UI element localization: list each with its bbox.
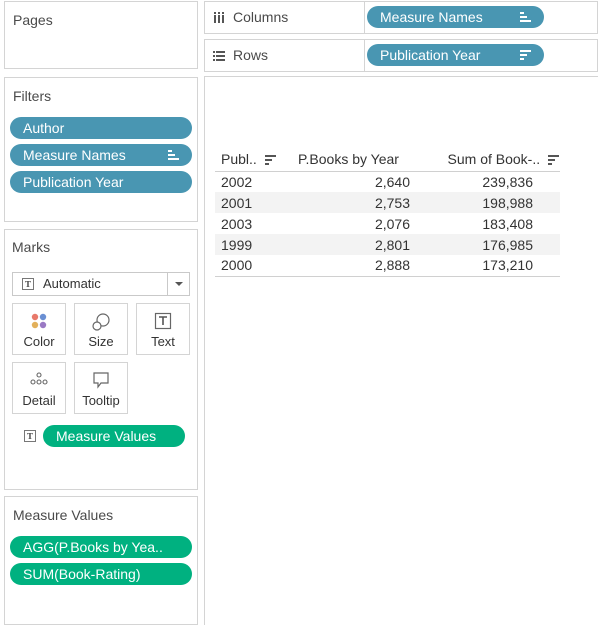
text-card-button[interactable]: Text (136, 303, 190, 355)
header-sum-book-rating[interactable]: Sum of Book-.. (422, 147, 560, 172)
rows-label: Rows (233, 47, 269, 63)
table-row[interactable]: 2002 2,640 239,836 (215, 171, 560, 192)
measure-pill-book-rating[interactable]: SUM(Book-Rating) (10, 563, 192, 585)
marks-panel (4, 229, 198, 490)
table-row[interactable]: 1999 2,801 176,985 (215, 234, 560, 255)
sort-icon[interactable] (264, 155, 277, 166)
detail-card-button[interactable]: Detail (12, 362, 66, 414)
columns-label: Columns (233, 9, 289, 25)
size-icon (92, 313, 110, 331)
columns-shelf[interactable]: Columns Measure Names (204, 1, 598, 34)
sort-descending-icon[interactable] (520, 49, 532, 61)
table-row[interactable]: 2001 2,753 198,988 (215, 192, 560, 213)
columns-pill-measure-names[interactable]: Measure Names (367, 6, 544, 28)
row-sum-book-rating: 176,985 (422, 234, 560, 255)
header-row: Publ.. P.Books by Year Sum of Book-.. (215, 147, 560, 172)
text-encoding-icon: T (24, 430, 36, 442)
tooltip-icon (93, 372, 109, 389)
detail-card-label: Detail (22, 393, 56, 408)
view-canvas[interactable]: Publ.. P.Books by Year Sum of Book-.. 20… (204, 76, 598, 625)
filter-pill-author[interactable]: Author (10, 117, 192, 139)
row-sum-book-rating: 173,210 (422, 255, 560, 277)
header-books-by-year[interactable]: P.Books by Year (298, 147, 422, 172)
pages-panel[interactable]: Pages (4, 1, 198, 69)
tooltip-card-button[interactable]: Tooltip (74, 362, 128, 414)
detail-icon (30, 372, 48, 385)
marks-text-pill-measure-values[interactable]: Measure Values (43, 425, 185, 447)
filter-pill-author-label: Author (23, 120, 65, 136)
filter-pill-publication-year-label: Publication Year (23, 174, 124, 190)
measure-values-panel[interactable]: Measure Values AGG(P.Books by Yea.. SUM(… (4, 496, 198, 625)
sort-ascending-icon[interactable] (520, 11, 532, 23)
rows-shelf-label: Rows (205, 40, 365, 71)
size-card-label: Size (88, 334, 114, 349)
marks-text-pill-label: Measure Values (56, 428, 157, 444)
row-sum-book-rating: 183,408 (482, 215, 533, 232)
measure-values-title: Measure Values (13, 507, 114, 523)
filter-pill-measure-names-label: Measure Names (23, 147, 126, 163)
measure-pill-book-rating-label: SUM(Book-Rating) (23, 566, 141, 582)
sort-ascending-icon[interactable] (168, 149, 180, 161)
header-sum-book-rating-label: Sum of Book-.. (447, 150, 541, 167)
tooltip-card-label: Tooltip (82, 393, 120, 408)
header-publication-year[interactable]: Publ.. (215, 147, 298, 172)
filters-title: Filters (13, 88, 52, 104)
row-books-by-year: 2,076 (374, 215, 410, 232)
row-year: 2001 (215, 192, 298, 213)
table-row[interactable]: 2003 2,076 183,408 (215, 213, 560, 234)
columns-icon (214, 12, 224, 23)
row-books-by-year: 2,801 (298, 234, 422, 255)
size-card-button[interactable]: Size (74, 303, 128, 355)
header-books-by-year-label: P.Books by Year (298, 150, 399, 167)
columns-pill-measure-names-label: Measure Names (380, 9, 483, 25)
color-card-button[interactable]: Color (12, 303, 66, 355)
measure-pill-books-by-year[interactable]: AGG(P.Books by Yea.. (10, 536, 192, 558)
row-books-by-year: 2,640 (374, 173, 410, 190)
row-sum-book-rating: 198,988 (422, 192, 560, 213)
row-year: 2003 (221, 215, 253, 232)
text-card-label: Text (151, 334, 175, 349)
row-books-by-year: 2,888 (298, 255, 422, 277)
row-year: 2000 (215, 255, 298, 277)
filter-pill-publication-year[interactable]: Publication Year (10, 171, 192, 193)
mark-type-text-icon: T (22, 278, 34, 290)
rows-pill-publication-year-label: Publication Year (380, 47, 481, 63)
rows-pill-publication-year[interactable]: Publication Year (367, 44, 544, 66)
columns-shelf-label: Columns (205, 2, 365, 33)
chevron-down-icon[interactable] (167, 273, 189, 295)
crosstab-table: Publ.. P.Books by Year Sum of Book-.. 20… (215, 147, 560, 277)
row-books-by-year: 2,753 (298, 192, 422, 213)
color-icon (31, 313, 47, 329)
mark-type-label: Automatic (43, 276, 101, 291)
pages-title: Pages (13, 12, 53, 28)
row-year: 1999 (215, 234, 298, 255)
rows-shelf[interactable]: Rows Publication Year (204, 39, 598, 72)
sort-icon[interactable] (548, 155, 560, 166)
marks-title: Marks (12, 239, 51, 255)
color-card-label: Color (23, 334, 55, 349)
text-icon (154, 312, 172, 330)
row-sum-book-rating: 239,836 (482, 173, 533, 190)
rows-icon (213, 51, 225, 61)
filters-panel[interactable]: Filters Author Measure Names Publication… (4, 77, 198, 222)
measure-pill-books-by-year-label: AGG(P.Books by Yea.. (23, 539, 163, 555)
mark-type-dropdown[interactable]: T Automatic (12, 272, 190, 296)
header-publication-year-label: Publ.. (221, 150, 257, 167)
row-year: 2002 (221, 173, 253, 190)
table-row[interactable]: 2000 2,888 173,210 (215, 255, 560, 277)
filter-pill-measure-names[interactable]: Measure Names (10, 144, 192, 166)
